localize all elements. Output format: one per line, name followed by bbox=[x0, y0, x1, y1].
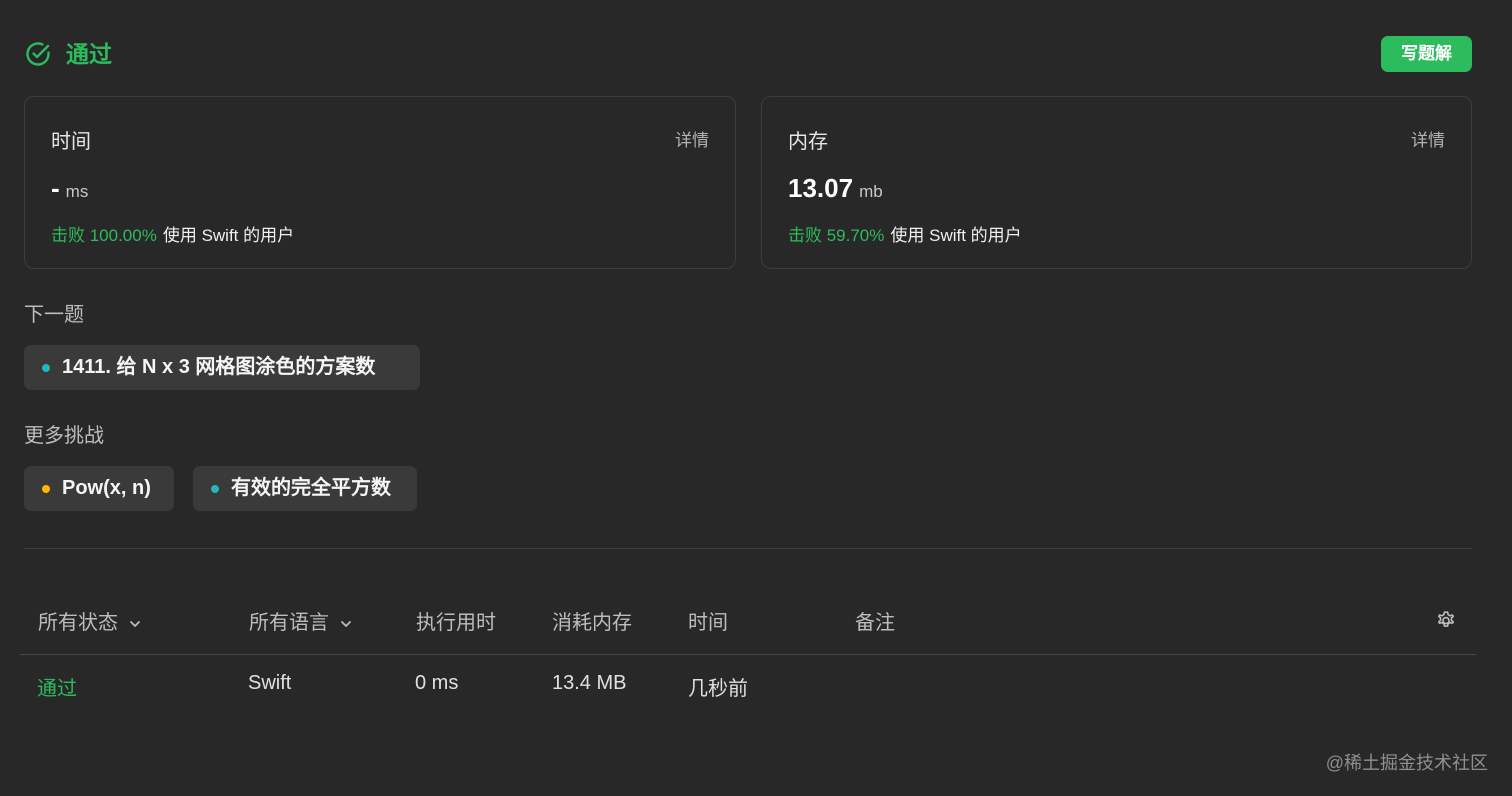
language-filter-label: 所有语言 bbox=[249, 612, 329, 634]
challenge-label: 有效的完全平方数 bbox=[231, 477, 391, 499]
challenge-label: Pow(x, n) bbox=[62, 477, 151, 499]
row-status[interactable]: 通过 bbox=[37, 672, 77, 701]
runtime-value: - ms bbox=[51, 173, 88, 204]
memory-beat: 击败 59.70% 使用 Swift 的用户 bbox=[788, 221, 1022, 246]
memory-beat-percent: 击败 59.70% bbox=[788, 226, 885, 245]
watermark: @稀土掘金技术社区 bbox=[1325, 753, 1488, 773]
memory-detail-link[interactable]: 详情 bbox=[1411, 126, 1445, 151]
row-runtime: 0 ms bbox=[415, 672, 459, 694]
status-filter-label: 所有状态 bbox=[38, 612, 118, 634]
next-problem-chip[interactable]: 1411. 给 N x 3 网格图涂色的方案数 bbox=[24, 345, 420, 390]
memory-beat-suffix: 使用 Swift 的用户 bbox=[890, 226, 1022, 245]
row-memory: 13.4 MB bbox=[552, 672, 627, 694]
next-problem-label: 1411. 给 N x 3 网格图涂色的方案数 bbox=[62, 356, 376, 378]
check-circle-icon bbox=[26, 42, 50, 66]
row-time: 几秒前 bbox=[688, 678, 748, 700]
runtime-beat-suffix: 使用 Swift 的用户 bbox=[162, 226, 295, 245]
runtime-beat: 击败 100.00% 使用 Swift 的用户 bbox=[51, 221, 294, 246]
memory-card: 内存 详情 13.07 mb 击败 59.70% 使用 Swift 的用户 bbox=[761, 96, 1472, 269]
runtime-card: 时间 详情 - ms 击败 100.00% 使用 Swift 的用户 bbox=[24, 96, 736, 269]
difficulty-dot bbox=[42, 364, 50, 372]
memory-value: 13.07 mb bbox=[788, 173, 883, 204]
memory-number: 13.07 bbox=[788, 173, 854, 203]
submission-result-panel: 通过 写题解 时间 详情 - ms 击败 100.00% 使用 Swift 的用户 … bbox=[0, 0, 1512, 796]
status-filter-dropdown[interactable]: 所有状态 bbox=[38, 606, 142, 635]
runtime-number: - bbox=[51, 173, 60, 203]
status-title: 通过 bbox=[66, 41, 112, 67]
write-solution-button[interactable]: 写题解 bbox=[1381, 36, 1472, 72]
chevron-down-icon bbox=[130, 620, 140, 627]
difficulty-dot bbox=[42, 485, 50, 493]
memory-column-header: 消耗内存 bbox=[552, 612, 632, 634]
runtime-detail-link[interactable]: 详情 bbox=[675, 126, 709, 151]
language-filter-dropdown[interactable]: 所有语言 bbox=[249, 606, 353, 635]
memory-label: 内存 bbox=[788, 131, 828, 153]
time-column-header: 时间 bbox=[688, 612, 728, 634]
next-problem-title: 下一题 bbox=[24, 304, 84, 326]
gear-icon[interactable] bbox=[1434, 608, 1458, 632]
more-challenges-title: 更多挑战 bbox=[24, 425, 104, 447]
runtime-column-header: 执行用时 bbox=[416, 612, 496, 634]
runtime-beat-percent: 击败 100.00% bbox=[51, 226, 157, 245]
chevron-down-icon bbox=[341, 620, 351, 627]
status-header: 通过 写题解 bbox=[24, 36, 1472, 72]
table-header-divider bbox=[20, 654, 1476, 655]
notes-column-header: 备注 bbox=[855, 612, 895, 634]
difficulty-dot bbox=[211, 485, 219, 493]
challenge-chip-perfect-square[interactable]: 有效的完全平方数 bbox=[193, 466, 417, 511]
row-language: Swift bbox=[248, 672, 292, 694]
section-divider bbox=[24, 548, 1472, 549]
runtime-label: 时间 bbox=[51, 131, 91, 153]
challenge-chip-pow[interactable]: Pow(x, n) bbox=[24, 466, 174, 511]
memory-unit: mb bbox=[859, 182, 883, 201]
runtime-unit: ms bbox=[65, 182, 89, 201]
